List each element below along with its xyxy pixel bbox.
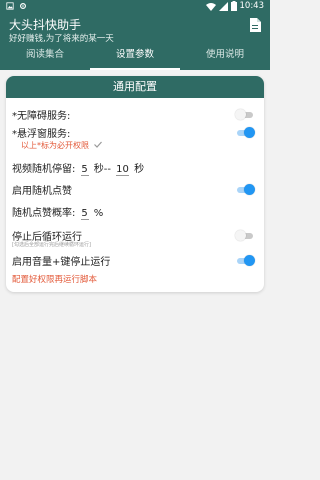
status-right: 10:43 (205, 1, 265, 11)
wifi-icon (205, 2, 216, 11)
pause-label: 视频随机停留: (12, 164, 76, 175)
tab-reading[interactable]: 阅读集合 (0, 44, 90, 70)
settings-icon (19, 2, 26, 9)
random-like-label: 启用随机点赞 (12, 186, 72, 197)
clock: 10:43 (239, 1, 265, 11)
config-tip: 配置好权限再运行脚本 (12, 275, 98, 285)
required-note-text: 以上*标为必开权限 (21, 141, 89, 150)
like-rate-input[interactable]: 5 (80, 208, 89, 220)
pause-row: 视频随机停留: 5 秒-- 10 秒 (12, 160, 144, 176)
pause-separator: 秒-- (93, 164, 111, 175)
stop-loop-hint: [勾选后全部运行完后继续循环运行] (12, 242, 91, 248)
check-icon (93, 141, 102, 148)
document-icon[interactable] (249, 18, 261, 32)
app-title: 大头抖快助手 (9, 18, 82, 32)
status-left-icons (6, 2, 27, 12)
app-bar: 大头抖快助手 好好赚钱,为了将来的某一天 (0, 14, 270, 44)
status-bar: 10:43 (0, 0, 270, 14)
float-window-label: *悬浮窗服务: (12, 129, 71, 140)
like-rate-row: 随机点赞概率: 5 % (12, 204, 103, 220)
signal-icon (218, 1, 228, 11)
image-icon (6, 2, 14, 10)
stop-loop-switch[interactable] (235, 230, 255, 241)
random-like-switch[interactable] (235, 184, 255, 195)
battery-icon (230, 1, 237, 11)
float-window-switch[interactable] (235, 127, 255, 138)
tab-settings[interactable]: 设置参数 (90, 44, 180, 70)
app-subtitle: 好好赚钱,为了将来的某一天 (9, 34, 114, 44)
tab-instructions[interactable]: 使用说明 (180, 44, 270, 70)
like-rate-label: 随机点赞概率: (12, 208, 76, 219)
general-config-card: 通用配置 *无障碍服务: *悬浮窗服务: 以上*标为必开权限 视频随机停留: 5… (6, 76, 264, 292)
pause-unit: 秒 (134, 164, 145, 175)
accessibility-switch[interactable] (235, 109, 255, 120)
like-rate-unit: % (93, 208, 104, 219)
accessibility-label: *无障碍服务: (12, 111, 71, 122)
volume-stop-label: 启用音量+键停止运行 (12, 257, 111, 268)
tab-bar: 阅读集合 设置参数 使用说明 (0, 44, 270, 70)
card-title: 通用配置 (6, 76, 264, 98)
required-permission-note: 以上*标为必开权限 (21, 140, 102, 151)
pause-min-input[interactable]: 5 (80, 164, 89, 176)
pause-max-input[interactable]: 10 (116, 164, 129, 176)
volume-stop-switch[interactable] (235, 255, 255, 266)
